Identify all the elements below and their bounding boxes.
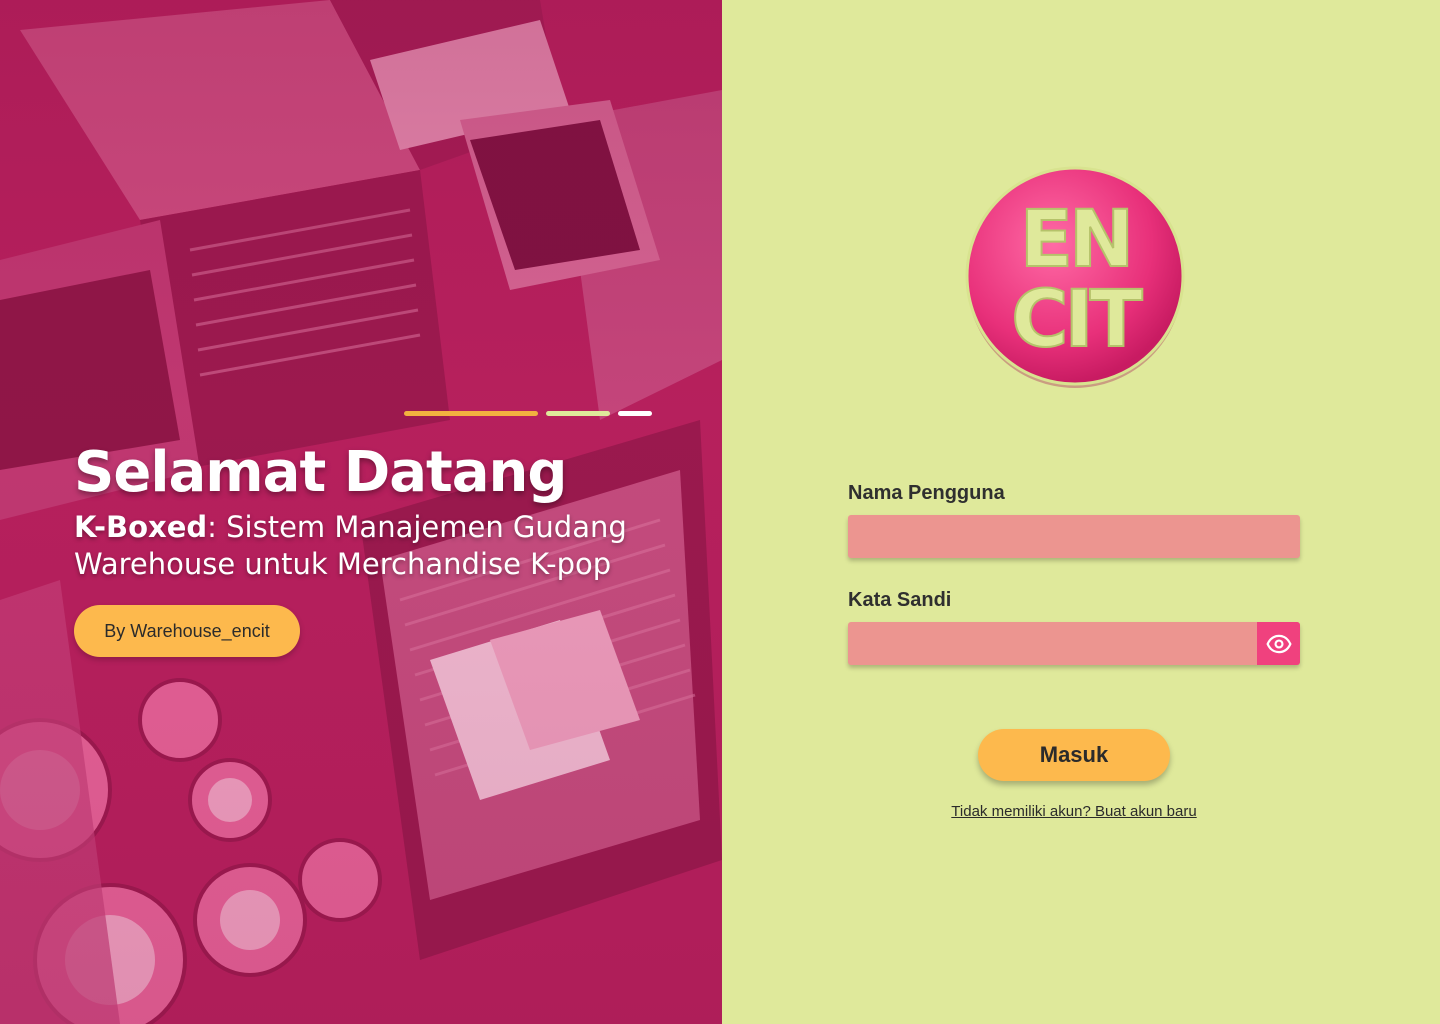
carousel-indicator-1[interactable] (404, 411, 538, 416)
logo-text-top: EN (1020, 195, 1131, 285)
password-label: Kata Sandi (848, 589, 952, 611)
eye-icon (1266, 634, 1291, 653)
signup-link[interactable]: Tidak memiliki akun? Buat akun baru (722, 803, 1426, 820)
carousel-indicator-2[interactable] (546, 411, 610, 416)
username-label: Nama Pengguna (848, 482, 1005, 504)
subtitle-line1: : Sistem Manajemen Gudang (207, 510, 627, 544)
login-panel: EN CIT Nama Pengguna Kata Sandi Masuk Ti… (722, 0, 1440, 1024)
subtitle-line2: Warehouse untuk Merchandise K-pop (74, 547, 612, 581)
hero-subtitle: K-Boxed: Sistem Manajemen Gudang Warehou… (74, 509, 674, 583)
brand-name: K-Boxed (74, 510, 208, 544)
logo-text-bottom: CIT (1011, 275, 1142, 365)
show-password-button[interactable] (1257, 622, 1300, 665)
password-input[interactable] (848, 622, 1300, 665)
carousel-indicators (404, 411, 652, 416)
carousel-indicator-3[interactable] (618, 411, 652, 416)
username-input[interactable] (848, 515, 1300, 558)
hero-panel: Selamat Datang K-Boxed: Sistem Manajemen… (0, 0, 722, 1024)
welcome-title: Selamat Datang (74, 440, 567, 505)
login-button[interactable]: Masuk (978, 729, 1170, 781)
by-warehouse-badge: By Warehouse_encit (74, 605, 300, 657)
encit-logo: EN CIT (965, 166, 1185, 388)
